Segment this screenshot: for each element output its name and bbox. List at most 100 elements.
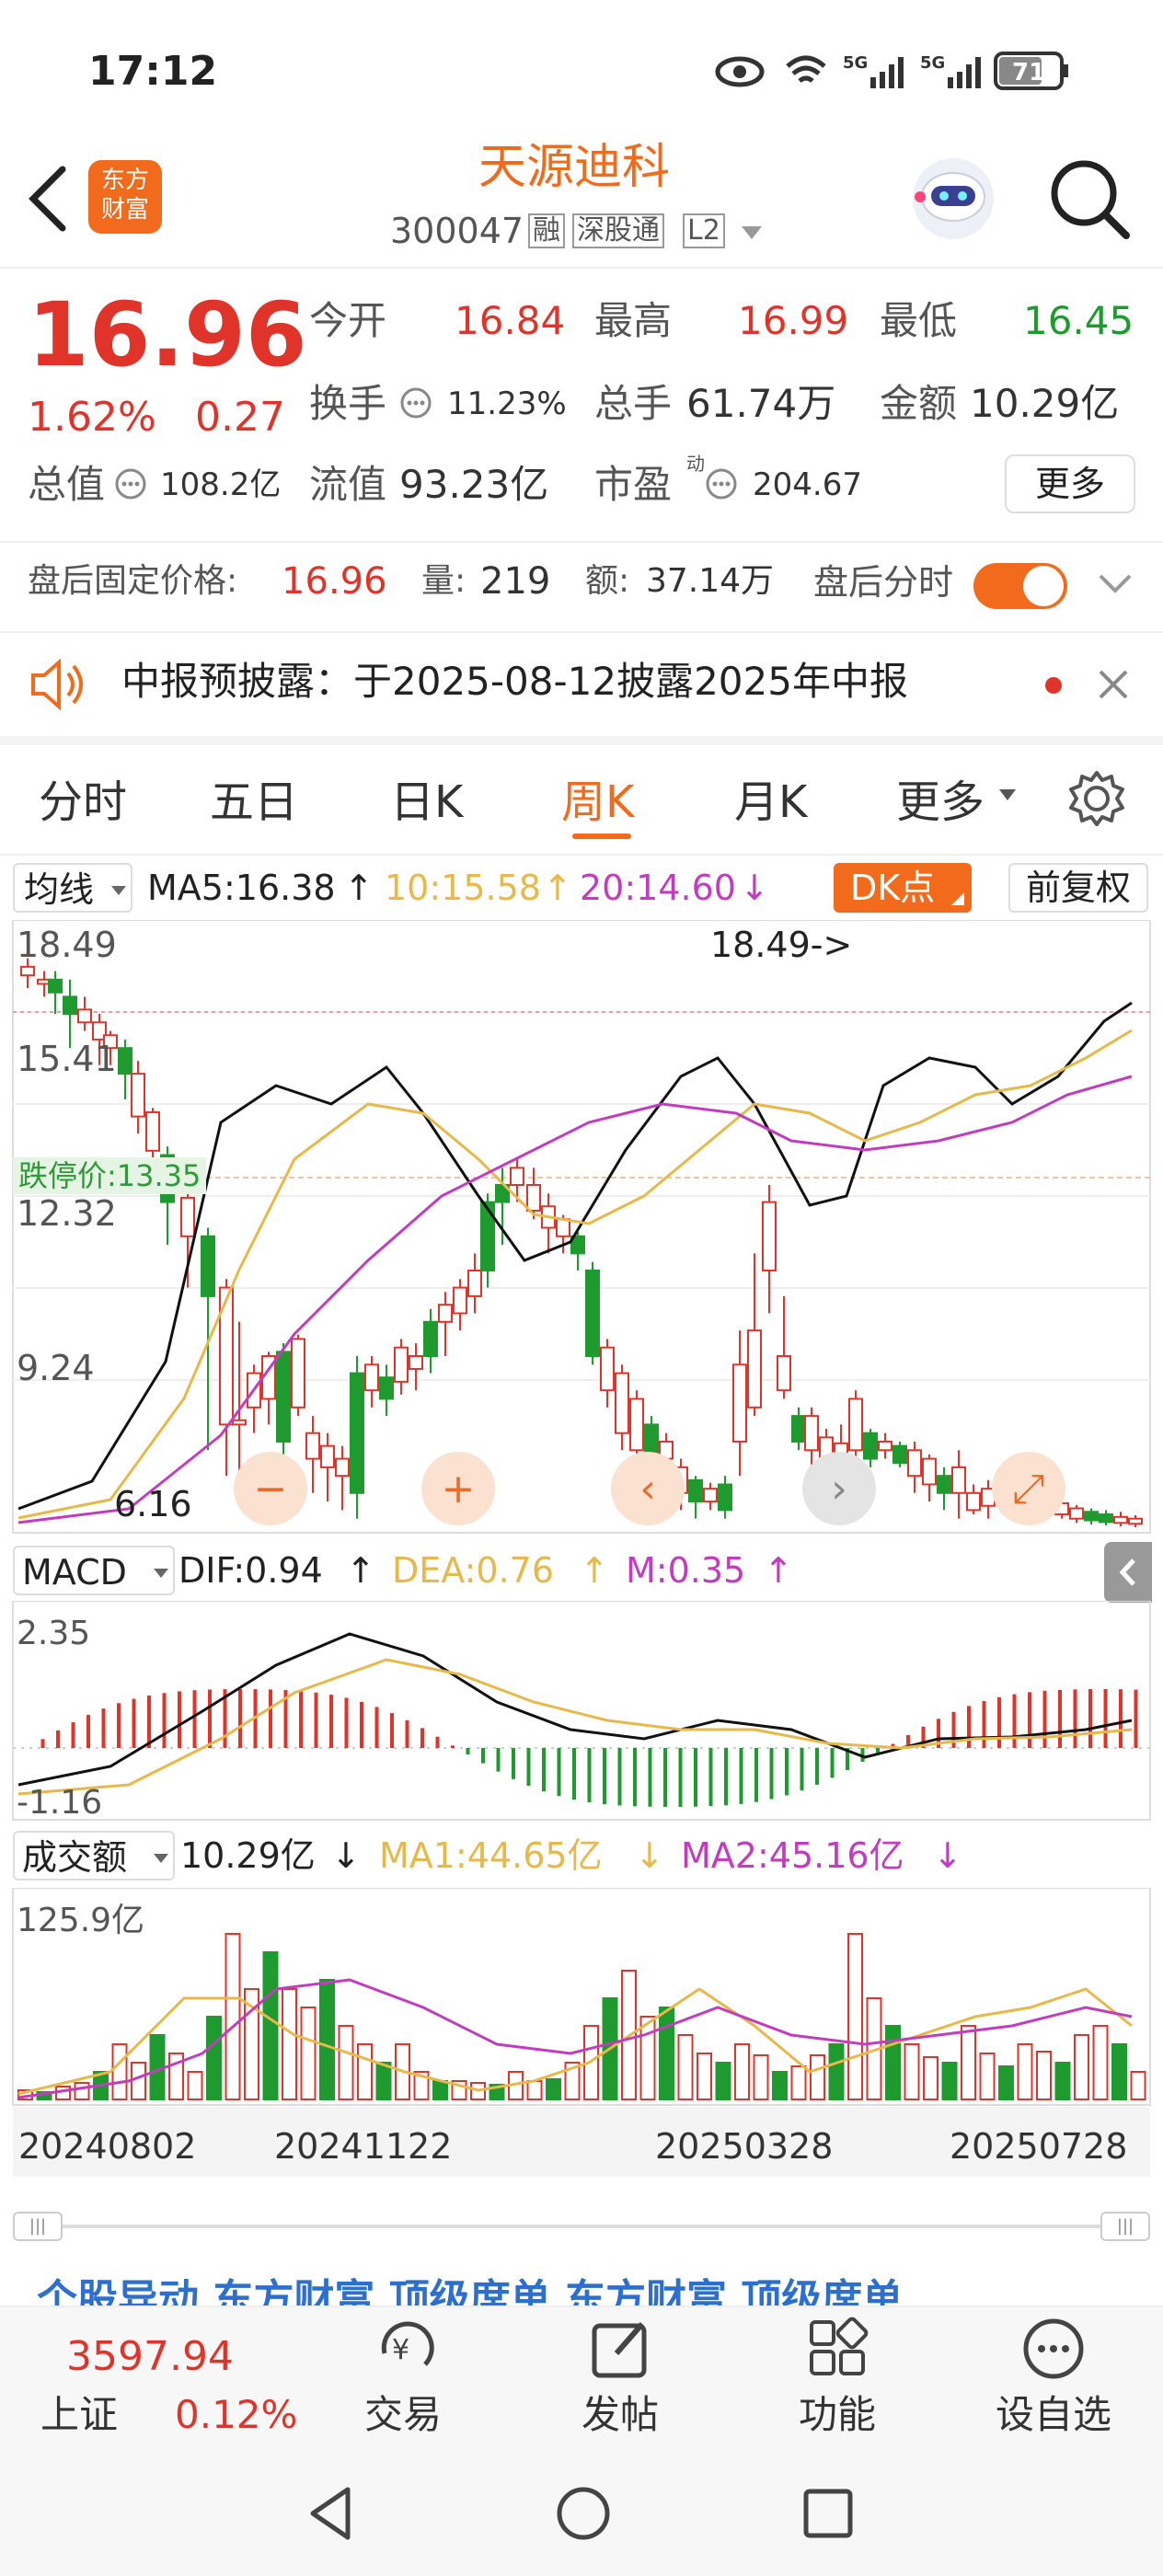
home-nav-icon[interactable]	[554, 2484, 613, 2543]
candle-body	[762, 1201, 777, 1272]
y-label-924: 9.24	[17, 1348, 95, 1388]
candle-body	[922, 1457, 937, 1486]
stock-code: 300047	[390, 211, 524, 251]
after-toggle[interactable]	[973, 563, 1067, 609]
index-value[interactable]: 3597.94	[66, 2337, 234, 2377]
macd-dif-arrow: ↑	[346, 1550, 375, 1591]
volume-ma2-arrow: ↓	[933, 1835, 962, 1876]
kline-chart[interactable]	[0, 920, 1163, 1535]
candle-body	[1099, 1513, 1113, 1524]
app-logo[interactable]: 东方 财富	[88, 160, 162, 234]
after-toggle-label: 盘后分时	[813, 562, 954, 603]
volume-bar	[74, 2082, 90, 2100]
volume-selector[interactable]: 成交额	[13, 1831, 175, 1880]
dropdown-icon	[154, 1854, 168, 1863]
volume-bar	[357, 2043, 373, 2100]
notice-text[interactable]: 中报预披露：于2025-08-12披露2025年中报	[121, 662, 908, 701]
volume-value: 61.74万	[686, 381, 836, 426]
pan-left-button[interactable]: ‹	[611, 1452, 685, 1525]
volume-bar	[677, 2034, 694, 2100]
gear-icon[interactable]	[1067, 769, 1126, 828]
ma-selector-label: 均线	[24, 869, 95, 910]
chevron-down-icon[interactable]	[1097, 570, 1134, 598]
trade-icon: ¥	[381, 2321, 434, 2366]
recents-nav-icon[interactable]	[799, 2484, 858, 2543]
chart-scrollbar[interactable]: ||| |||	[13, 2212, 1150, 2241]
candle-body	[320, 1444, 335, 1468]
volume-bar	[1111, 2043, 1127, 2100]
tag-sgt: 深股通	[572, 213, 664, 248]
pan-right-button[interactable]: ›	[802, 1452, 876, 1525]
status-icons: 5G 5G 71	[714, 48, 1082, 94]
robot-icon	[913, 158, 994, 239]
ma-selector[interactable]: 均线	[13, 863, 132, 913]
news-strip[interactable]: 个股异动 东方财富 顶级席单 东方财富 顶级席单	[0, 2272, 1163, 2306]
candle-body	[1084, 1511, 1099, 1522]
back-nav-icon[interactable]	[304, 2484, 359, 2543]
volume-bar	[828, 2043, 845, 2100]
y-label-1541: 15.41	[17, 1039, 117, 1079]
candle-body	[118, 1047, 132, 1075]
dk-button[interactable]: DK点	[834, 863, 972, 913]
zoom-out-button[interactable]: −	[234, 1452, 307, 1525]
candle-body	[335, 1457, 350, 1478]
scroll-handle-right[interactable]: |||	[1100, 2212, 1150, 2241]
volume-bar	[1054, 2062, 1071, 2100]
candle-body	[276, 1351, 291, 1443]
status-time: 17:12	[88, 48, 218, 95]
tab-zhouk[interactable]: 周K	[561, 765, 634, 830]
fullscreen-button[interactable]: ⤢	[992, 1452, 1065, 1525]
candle-body	[1113, 1515, 1128, 1524]
info-icon[interactable]	[399, 386, 432, 420]
close-icon[interactable]	[1095, 666, 1132, 703]
nav-function[interactable]: 功能	[799, 2396, 876, 2434]
logo-text-2: 财富	[100, 196, 149, 224]
more-button[interactable]: 更多	[1005, 454, 1135, 513]
macd-y-top: 2.35	[17, 1615, 91, 1652]
macd-selector[interactable]: MACD	[13, 1546, 175, 1595]
candle-body	[1128, 1517, 1143, 1525]
robot-avatar[interactable]	[909, 155, 997, 243]
max-price-note: 18.49->	[710, 925, 853, 965]
fq-button[interactable]: 前复权	[1008, 863, 1148, 913]
candle-body	[379, 1376, 394, 1400]
dropdown-icon[interactable]	[740, 224, 764, 243]
macd-m-arrow: ↑	[764, 1550, 793, 1591]
apps-icon	[810, 2317, 869, 2375]
volume-y-top: 125.9亿	[17, 1902, 145, 1939]
tab-yuek[interactable]: 月K	[734, 765, 807, 830]
tab-active-underline	[572, 834, 631, 839]
candle-body	[585, 1270, 600, 1357]
scroll-handle-left[interactable]: |||	[13, 2212, 63, 2241]
nav-add-watchlist[interactable]: 设自选	[996, 2396, 1111, 2434]
after-amt-label: 额:	[585, 562, 630, 600]
volume-chart[interactable]	[0, 1888, 1163, 2107]
macd-dif: DIF:0.94	[178, 1550, 323, 1591]
nav-trade[interactable]: 交易	[364, 2396, 442, 2434]
tab-more[interactable]: 更多	[896, 765, 985, 830]
search-icon[interactable]	[1045, 155, 1134, 243]
tab-rik[interactable]: 日K	[390, 765, 463, 830]
volume-bar	[659, 2007, 674, 2100]
back-button[interactable]	[22, 162, 77, 236]
ma5-value: MA5:16.38	[147, 868, 336, 908]
volume-bar	[187, 2071, 203, 2100]
volume-bar	[300, 2007, 317, 2100]
network-label: 5G	[843, 53, 868, 73]
info-icon[interactable]	[114, 467, 147, 500]
macd-y-bottom: -1.16	[17, 1784, 103, 1822]
dk-label: DK点	[850, 868, 936, 908]
macd-selector-label: MACD	[22, 1552, 127, 1593]
macd-chart[interactable]	[0, 1601, 1163, 1822]
candle-body	[423, 1320, 438, 1357]
zoom-in-button[interactable]: +	[421, 1452, 495, 1525]
info-icon[interactable]	[705, 467, 738, 500]
tab-wuri[interactable]: 五日	[210, 765, 298, 830]
volume-bar	[810, 2054, 825, 2100]
nav-post[interactable]: 发帖	[582, 2396, 659, 2434]
tab-fenshi[interactable]: 分时	[39, 765, 127, 830]
side-panel-toggle[interactable]	[1104, 1542, 1152, 1603]
svg-text:5G: 5G	[920, 53, 945, 73]
candle-body	[305, 1432, 320, 1460]
candle-body	[480, 1201, 495, 1272]
